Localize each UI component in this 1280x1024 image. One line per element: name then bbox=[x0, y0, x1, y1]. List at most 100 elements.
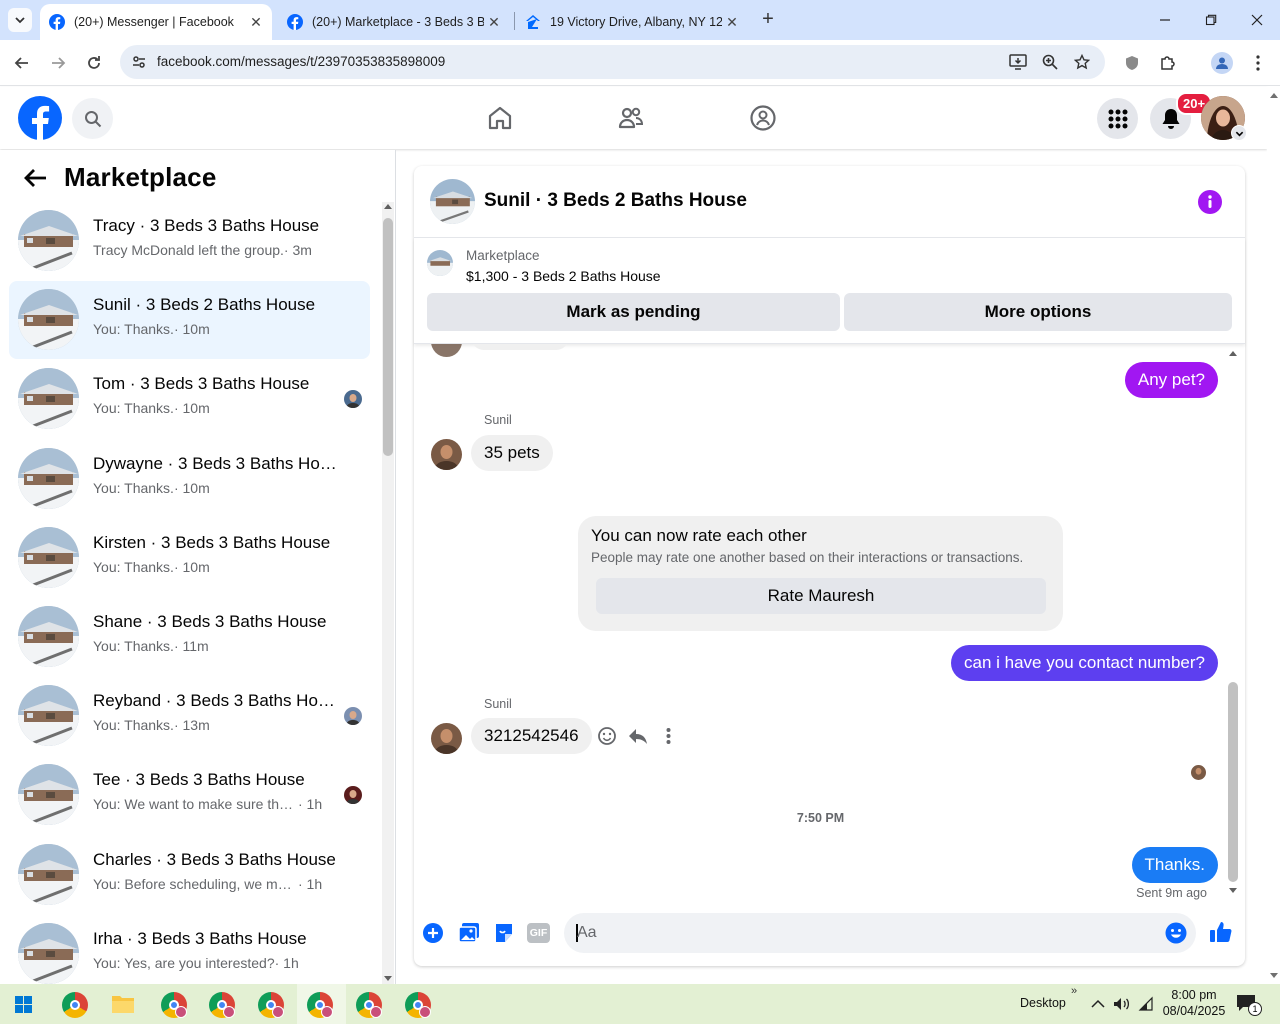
page-scrollbar[interactable] bbox=[1267, 87, 1280, 984]
groups-nav-button[interactable] bbox=[746, 100, 780, 136]
sticker-icon[interactable] bbox=[493, 922, 515, 944]
browser-tab-marketplace[interactable]: (20+) Marketplace - 3 Beds 3 Baths House… bbox=[278, 4, 510, 40]
more-options-button[interactable]: More options bbox=[844, 293, 1232, 331]
conversation-item[interactable]: Charles · 3 Beds 3 Baths House You: Befor… bbox=[9, 836, 370, 914]
reload-button[interactable] bbox=[83, 52, 105, 74]
close-tab-icon[interactable]: ✕ bbox=[246, 12, 266, 32]
gif-button[interactable]: GIF bbox=[527, 923, 550, 943]
zoom-icon[interactable] bbox=[1040, 52, 1060, 72]
browser-tab-messenger[interactable]: (20+) Messenger | Facebook ✕ bbox=[40, 4, 272, 40]
sender-avatar[interactable] bbox=[431, 439, 462, 470]
listing-source: Marketplace bbox=[466, 248, 540, 263]
extensions-puzzle-icon[interactable] bbox=[1158, 53, 1178, 73]
like-thumb-icon[interactable] bbox=[1209, 920, 1233, 944]
chat-info-button[interactable] bbox=[1198, 190, 1222, 214]
listing-title[interactable]: $1,300 - 3 Beds 2 Baths House bbox=[466, 268, 661, 284]
conversation-thumbnail bbox=[18, 764, 79, 826]
chat-avatar[interactable] bbox=[430, 179, 475, 224]
reply-icon[interactable] bbox=[628, 726, 648, 746]
minimize-button[interactable] bbox=[1153, 10, 1177, 30]
clock-date: 08/04/2025 bbox=[1162, 1004, 1226, 1018]
photo-icon[interactable] bbox=[458, 922, 480, 944]
tab-title: (20+) Messenger | Facebook bbox=[74, 15, 234, 29]
address-bar[interactable]: facebook.com/messages/t/2397035383589800… bbox=[120, 45, 1105, 79]
conversation-item[interactable]: Dywayne · 3 Beds 3 Baths House You: Thank… bbox=[9, 440, 370, 518]
scrollbar-thumb[interactable] bbox=[1228, 682, 1238, 882]
conversation-item[interactable]: Tracy · 3 Beds 3 Baths House Tracy McDona… bbox=[9, 202, 370, 280]
conversation-name: Shane · 3 Beds 3 Baths House bbox=[93, 612, 327, 631]
conversation-time: · 1h bbox=[298, 796, 323, 813]
chrome-profile-taskbar-icon[interactable] bbox=[258, 992, 284, 1018]
chevron-up-icon[interactable] bbox=[1089, 996, 1107, 1012]
install-app-icon[interactable] bbox=[1008, 52, 1028, 72]
conversation-item[interactable]: Shane · 3 Beds 3 Baths House You: Thanks.… bbox=[9, 598, 370, 676]
file-explorer-icon[interactable] bbox=[111, 993, 135, 1015]
home-nav-button[interactable] bbox=[483, 100, 517, 136]
action-center-button[interactable]: 1 bbox=[1236, 994, 1262, 1016]
forward-button[interactable] bbox=[47, 52, 69, 74]
listing-thumbnail[interactable] bbox=[427, 250, 453, 276]
conversation-preview: You: Thanks. bbox=[93, 321, 174, 338]
search-button[interactable] bbox=[72, 98, 113, 139]
message-input-box[interactable]: Aa bbox=[564, 913, 1196, 953]
close-tab-icon[interactable]: ✕ bbox=[484, 12, 504, 32]
sender-avatar[interactable] bbox=[431, 723, 462, 754]
chrome-profile-taskbar-icon[interactable] bbox=[307, 992, 333, 1018]
house-thumbnail-icon bbox=[18, 843, 79, 905]
outgoing-message[interactable]: Thanks. bbox=[1131, 847, 1218, 883]
conversation-item[interactable]: Sunil · 3 Beds 2 Baths House You: Thanks.… bbox=[9, 281, 370, 360]
back-arrow-icon[interactable] bbox=[22, 166, 48, 190]
message-bubble-partial bbox=[471, 344, 569, 350]
network-icon[interactable] bbox=[1137, 996, 1155, 1012]
system-clock[interactable]: 8:00 pm 08/04/2025 bbox=[1160, 987, 1228, 1019]
new-tab-button[interactable]: + bbox=[758, 9, 778, 30]
conversation-item[interactable]: Kirsten · 3 Beds 3 Baths House You: Thank… bbox=[9, 519, 370, 597]
bookmark-star-icon[interactable] bbox=[1072, 52, 1092, 72]
rate-user-button[interactable]: Rate Mauresh bbox=[596, 578, 1046, 614]
emoji-picker-icon[interactable] bbox=[1165, 922, 1187, 944]
conversation-item[interactable]: Tom · 3 Beds 3 Baths House You: Thanks.· … bbox=[9, 360, 370, 438]
windows-start-icon[interactable] bbox=[15, 996, 32, 1013]
conversation-item[interactable]: Irha · 3 Beds 3 Baths House You: Yes, are… bbox=[9, 915, 370, 993]
more-actions-icon[interactable] bbox=[666, 728, 671, 744]
volume-icon[interactable] bbox=[1112, 996, 1130, 1012]
facebook-logo-icon[interactable] bbox=[18, 96, 62, 140]
clock-time: 8:00 pm bbox=[1171, 988, 1217, 1002]
message-thread-scrollbar[interactable] bbox=[1226, 348, 1240, 896]
profile-icon[interactable] bbox=[1211, 52, 1233, 74]
menu-button[interactable] bbox=[1097, 98, 1138, 139]
browser-tab-zillow[interactable]: 19 Victory Drive, Albany, NY 12205 ✕ bbox=[516, 4, 748, 40]
panel-title: Marketplace bbox=[64, 162, 217, 192]
chrome-profile-taskbar-icon[interactable] bbox=[209, 992, 235, 1018]
avatar-photo-icon bbox=[431, 439, 462, 470]
close-tab-icon[interactable]: ✕ bbox=[722, 12, 742, 32]
conversation-list-scrollbar[interactable] bbox=[382, 202, 394, 984]
extension-shield-icon[interactable] bbox=[1122, 53, 1142, 73]
conversation-time: · 10m bbox=[173, 400, 210, 417]
conversation-item[interactable]: Reyband · 3 Beds 3 Baths House You: Thank… bbox=[9, 677, 370, 755]
react-emoji-icon[interactable] bbox=[597, 726, 617, 746]
conversation-item[interactable]: Tee · 3 Beds 3 Baths House You: We want t… bbox=[9, 756, 370, 834]
restore-button[interactable] bbox=[1199, 10, 1223, 30]
incoming-message[interactable]: 35 pets bbox=[471, 435, 553, 471]
close-window-button[interactable] bbox=[1245, 10, 1269, 30]
mark-as-pending-button[interactable]: Mark as pending bbox=[427, 293, 840, 331]
toolbar-expand-icon[interactable]: » bbox=[1071, 985, 1077, 997]
incoming-message[interactable]: 3212542546 bbox=[471, 718, 592, 754]
read-receipt-avatar bbox=[1191, 765, 1206, 780]
chrome-profile-taskbar-icon[interactable] bbox=[356, 992, 382, 1018]
chrome-taskbar-icon[interactable] bbox=[62, 992, 88, 1018]
chrome-profile-taskbar-icon[interactable] bbox=[405, 992, 431, 1018]
browser-menu-icon[interactable] bbox=[1248, 53, 1268, 73]
chrome-profile-taskbar-icon[interactable] bbox=[161, 992, 187, 1018]
conversation-time: · 11m bbox=[173, 638, 209, 654]
back-button[interactable] bbox=[11, 52, 33, 74]
scrollbar-thumb[interactable] bbox=[383, 218, 393, 456]
friends-nav-button[interactable] bbox=[614, 100, 648, 136]
plus-circle-icon[interactable] bbox=[422, 922, 444, 944]
account-menu-chevron[interactable] bbox=[1231, 125, 1247, 141]
desktop-toolbar-label[interactable]: Desktop bbox=[1020, 996, 1066, 1010]
outgoing-message[interactable]: Any pet? bbox=[1124, 362, 1218, 398]
outgoing-message[interactable]: can i have you contact number? bbox=[951, 645, 1218, 681]
tab-search-button[interactable] bbox=[8, 8, 32, 32]
